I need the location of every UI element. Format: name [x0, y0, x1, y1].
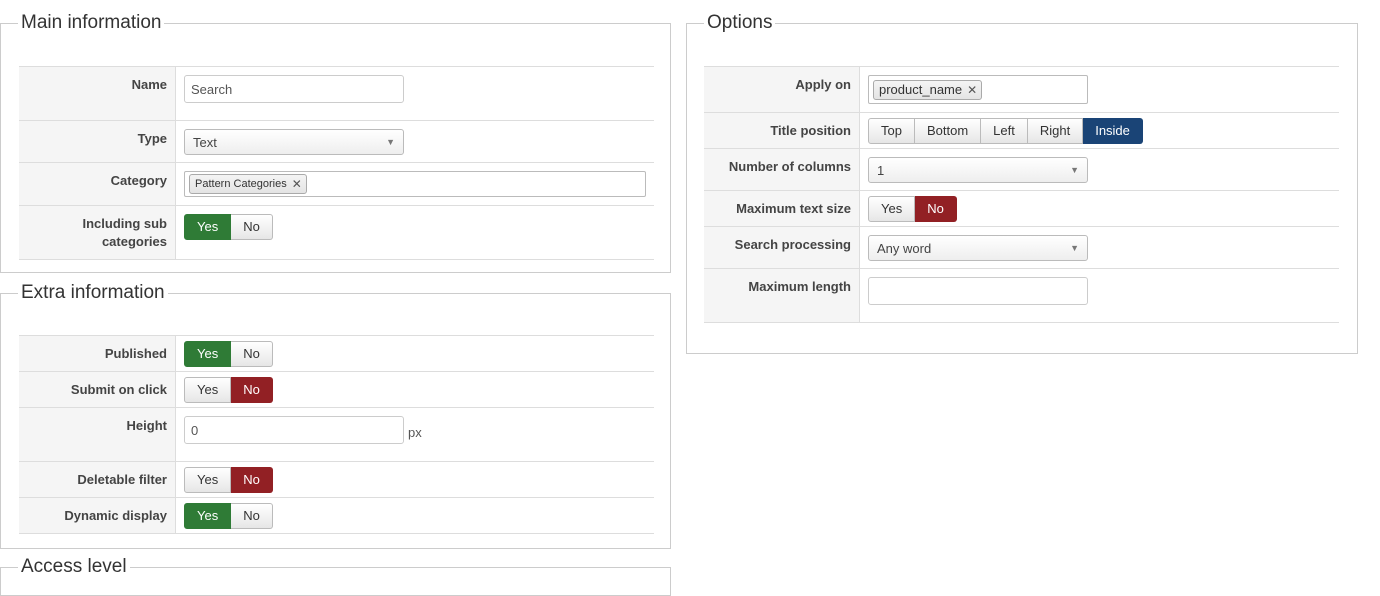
- dynamic-display-toggle: Yes No: [184, 503, 273, 529]
- apply-on-tag: product_name ✕: [873, 79, 983, 100]
- max-text-yes-button[interactable]: Yes: [868, 196, 916, 222]
- search-processing-select[interactable]: Any word ▼: [868, 235, 1088, 261]
- category-tag: Pattern Categories ✕: [189, 174, 307, 194]
- height-unit: px: [408, 425, 422, 440]
- access-level-legend: Access level: [21, 556, 127, 577]
- dynamic-display-label: Dynamic display: [19, 498, 176, 533]
- including-sub-categories-label: Including sub categories: [19, 206, 176, 259]
- including-sub-categories-toggle: Yes No: [184, 214, 273, 240]
- type-label: Type: [19, 121, 176, 162]
- height-label: Height: [19, 408, 176, 461]
- title-position-inside-button[interactable]: Inside: [1083, 118, 1143, 144]
- title-position-top-button[interactable]: Top: [868, 118, 915, 144]
- maximum-length-input[interactable]: [868, 277, 1088, 305]
- dynamic-yes-button[interactable]: Yes: [184, 503, 232, 529]
- options-legend: Options: [707, 12, 773, 33]
- submit-yes-button[interactable]: Yes: [184, 377, 232, 403]
- apply-on-label: Apply on: [704, 67, 860, 112]
- title-position-group: Top Bottom Left Right Inside: [868, 118, 1143, 144]
- type-select[interactable]: Text ▼: [184, 129, 404, 155]
- category-label: Category: [19, 163, 176, 205]
- main-information-legend: Main information: [21, 12, 162, 33]
- search-processing-label: Search processing: [704, 227, 860, 268]
- remove-tag-icon[interactable]: ✕: [292, 177, 302, 191]
- published-no-button[interactable]: No: [231, 341, 273, 367]
- number-of-columns-label: Number of columns: [704, 149, 860, 190]
- name-input[interactable]: [184, 75, 404, 103]
- submit-no-button[interactable]: No: [231, 377, 273, 403]
- maximum-text-size-toggle: Yes No: [868, 196, 957, 222]
- dynamic-no-button[interactable]: No: [231, 503, 273, 529]
- published-label: Published: [19, 336, 176, 371]
- title-position-bottom-button[interactable]: Bottom: [914, 118, 982, 144]
- maximum-length-label: Maximum length: [704, 269, 860, 322]
- deletable-filter-label: Deletable filter: [19, 462, 176, 497]
- deletable-no-button[interactable]: No: [231, 467, 273, 493]
- number-of-columns-select[interactable]: 1 ▼: [868, 157, 1088, 183]
- category-tag-label: Pattern Categories: [195, 178, 287, 190]
- height-input[interactable]: [184, 416, 404, 444]
- extra-information-legend: Extra information: [21, 282, 165, 303]
- max-text-no-button[interactable]: No: [915, 196, 957, 222]
- including-no-button[interactable]: No: [231, 214, 273, 240]
- apply-on-tag-label: product_name: [879, 82, 963, 97]
- deletable-yes-button[interactable]: Yes: [184, 467, 232, 493]
- category-tag-input[interactable]: Pattern Categories ✕: [184, 171, 646, 197]
- chevron-down-icon: ▼: [386, 137, 395, 147]
- title-position-left-button[interactable]: Left: [981, 118, 1028, 144]
- maximum-text-size-label: Maximum text size: [704, 191, 860, 226]
- number-of-columns-value: 1: [877, 162, 885, 178]
- title-position-label: Title position: [704, 113, 860, 148]
- chevron-down-icon: ▼: [1070, 165, 1079, 175]
- chevron-down-icon: ▼: [1070, 243, 1079, 253]
- type-select-value: Text: [193, 134, 217, 150]
- published-yes-button[interactable]: Yes: [184, 341, 232, 367]
- apply-on-tag-input[interactable]: product_name ✕: [868, 75, 1088, 104]
- deletable-filter-toggle: Yes No: [184, 467, 273, 493]
- name-label: Name: [19, 67, 176, 120]
- published-toggle: Yes No: [184, 341, 273, 367]
- options-panel: Options Apply on product_name ✕ Title po…: [686, 12, 1358, 354]
- submit-on-click-toggle: Yes No: [184, 377, 273, 403]
- main-information-panel: Main information Name Type Text ▼ Catego…: [0, 12, 671, 273]
- including-yes-button[interactable]: Yes: [184, 214, 232, 240]
- submit-on-click-label: Submit on click: [19, 372, 176, 407]
- search-processing-value: Any word: [877, 240, 932, 256]
- extra-information-panel: Extra information Published Yes No Submi…: [0, 282, 671, 549]
- title-position-right-button[interactable]: Right: [1027, 118, 1084, 144]
- remove-tag-icon[interactable]: ✕: [967, 83, 977, 97]
- access-level-panel: Access level: [0, 556, 671, 596]
